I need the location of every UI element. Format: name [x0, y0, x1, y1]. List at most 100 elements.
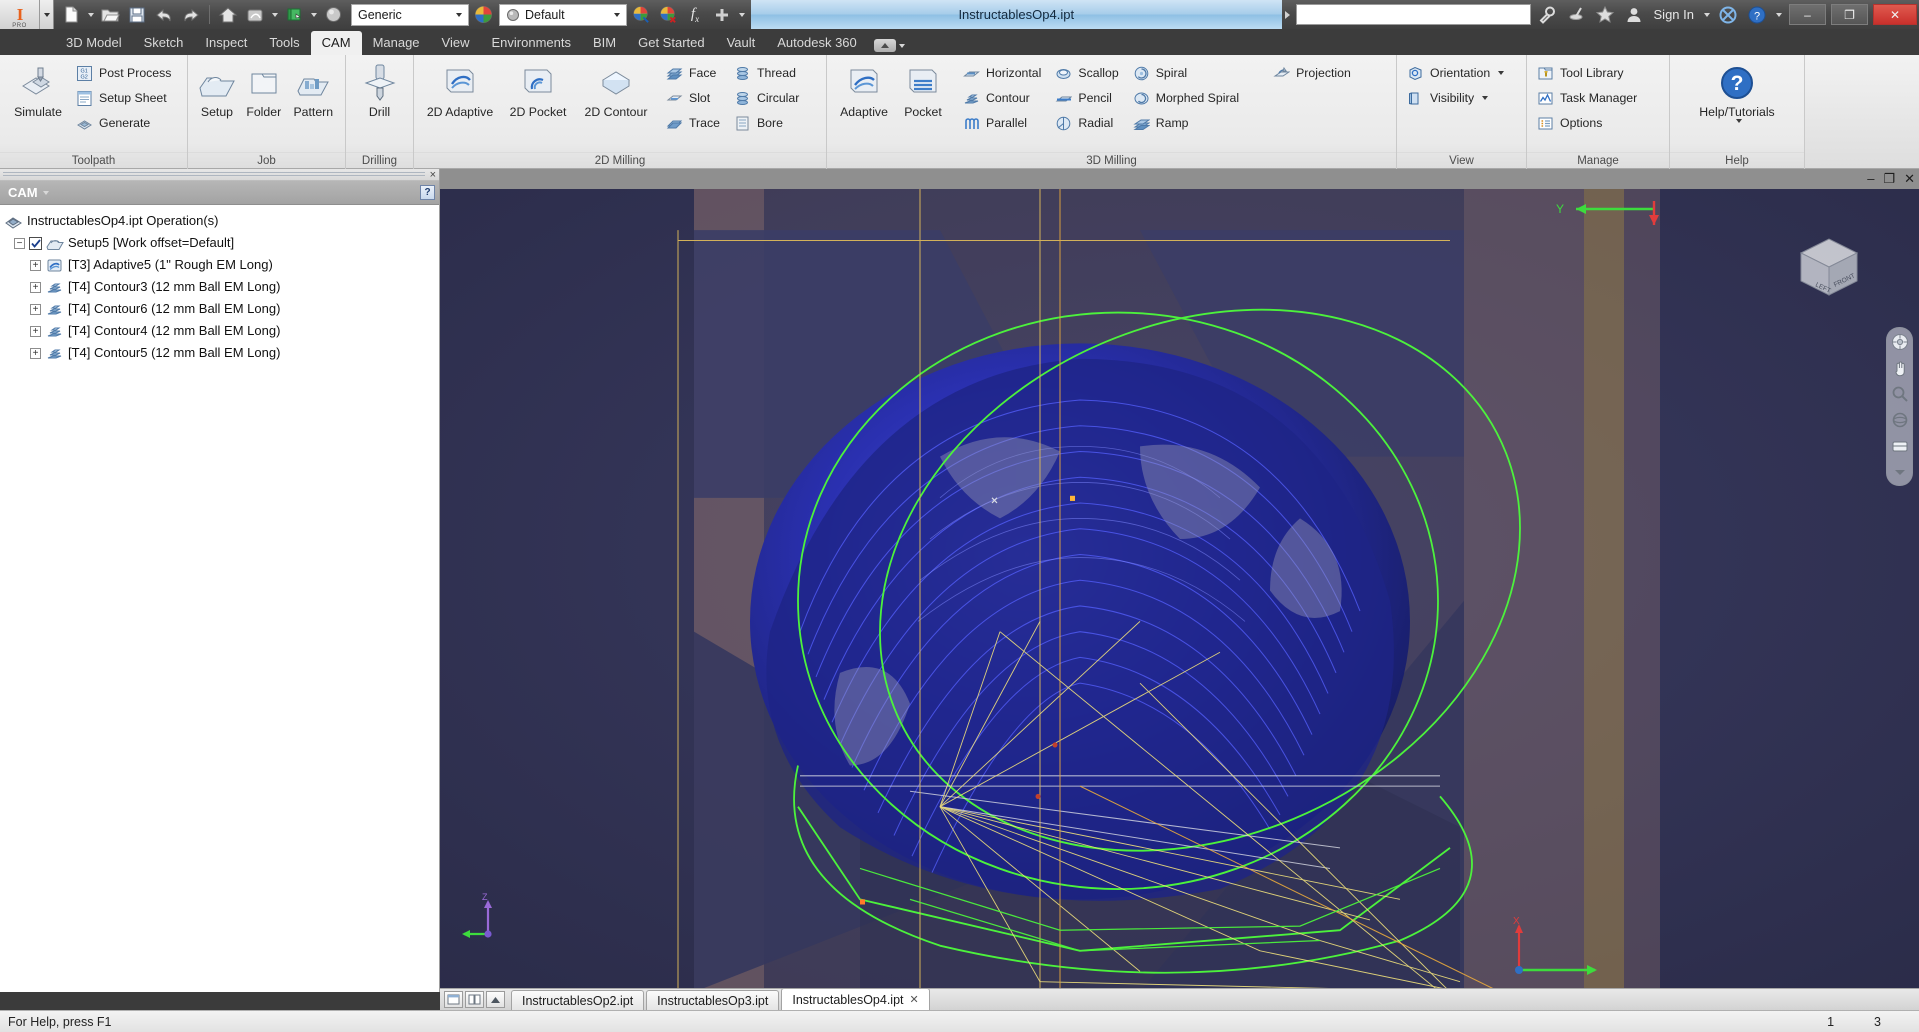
tiled-view-button[interactable] — [465, 991, 484, 1008]
tree-setup-node[interactable]: − Setup5 [Work offset=Default] — [4, 232, 439, 254]
update-dropdown-caret[interactable] — [308, 2, 319, 27]
search-input[interactable] — [1295, 4, 1531, 25]
help-caret[interactable] — [1773, 2, 1784, 27]
tree-root-node[interactable]: InstructablesOp4.ipt Operation(s) — [4, 210, 439, 232]
material-sphere-icon[interactable] — [320, 2, 346, 27]
operation-expand-toggle[interactable]: + — [30, 303, 41, 315]
thread-button[interactable]: Thread — [730, 61, 805, 85]
adaptive-button[interactable]: Adaptive — [833, 59, 895, 119]
viewport-restore-button[interactable]: ❐ — [1883, 172, 1895, 185]
orbit-icon[interactable] — [1890, 410, 1909, 429]
orientation-button[interactable]: Orientation — [1403, 61, 1510, 85]
save-icon[interactable] — [124, 2, 150, 27]
ramp-button[interactable]: Ramp — [1129, 111, 1245, 135]
user-account-icon[interactable] — [1621, 2, 1647, 27]
slot-button[interactable]: Slot — [662, 86, 726, 110]
tab-scroll-up-button[interactable] — [486, 991, 505, 1008]
contour-button[interactable]: Contour — [959, 86, 1047, 110]
search-expand-caret[interactable] — [1282, 2, 1293, 27]
application-menu-button[interactable]: I PRO — [0, 0, 40, 29]
2d-pocket-button[interactable]: 2D Pocket — [500, 59, 576, 119]
circular-button[interactable]: Circular — [730, 86, 805, 110]
home-icon[interactable] — [215, 2, 241, 27]
new-icon[interactable] — [58, 2, 84, 27]
exchange-apps-icon[interactable] — [1715, 2, 1741, 27]
viewport-canvas[interactable]: Y LEFT FRONT Z X — [440, 189, 1919, 992]
setup-button[interactable]: Setup — [194, 59, 240, 119]
tree-operation-row[interactable]: + [T4] Contour4 (12 mm Ball EM Long) — [4, 320, 439, 342]
doc-tab-instructablesop3[interactable]: InstructablesOp3.ipt — [646, 990, 780, 1010]
radial-button[interactable]: Radial — [1051, 111, 1124, 135]
options-button[interactable]: Options — [1533, 111, 1643, 135]
parameters-fx-icon[interactable]: fx — [682, 2, 708, 27]
pan-hand-icon[interactable] — [1890, 358, 1909, 377]
browser-grip-close-icon[interactable]: × — [430, 169, 436, 181]
window-close-button[interactable]: ✕ — [1873, 4, 1917, 25]
parallel-button[interactable]: Parallel — [959, 111, 1047, 135]
pocket-button[interactable]: Pocket — [895, 59, 951, 119]
autodesk-360-dish-icon[interactable] — [1563, 2, 1589, 27]
single-view-button[interactable] — [444, 991, 463, 1008]
spiral-button[interactable]: Spiral — [1129, 61, 1245, 85]
setup-collapse-toggle[interactable]: − — [14, 237, 25, 249]
task-manager-button[interactable]: Task Manager — [1533, 86, 1643, 110]
face-button[interactable]: Face — [662, 61, 726, 85]
tab-autodesk-360[interactable]: Autodesk 360 — [766, 31, 868, 55]
doc-tab-instructablesop4[interactable]: InstructablesOp4.ipt ✕ — [781, 988, 930, 1010]
tab-tools[interactable]: Tools — [258, 31, 310, 55]
morphed-spiral-button[interactable]: Morphed Spiral — [1129, 86, 1245, 110]
clear-appearance-icon[interactable] — [655, 2, 681, 27]
add-icon[interactable] — [709, 2, 735, 27]
sign-in-caret[interactable] — [1701, 2, 1712, 27]
new-dropdown-caret[interactable] — [85, 2, 96, 27]
setup-checkbox[interactable] — [29, 236, 42, 250]
material-combo[interactable]: Generic — [351, 3, 469, 26]
cloud-status-button[interactable] — [868, 37, 911, 55]
adjust-appearance-icon[interactable] — [628, 2, 654, 27]
view-cube[interactable]: LEFT FRONT — [1791, 229, 1867, 305]
open-icon[interactable] — [97, 2, 123, 27]
redo-icon[interactable] — [178, 2, 204, 27]
visibility-button[interactable]: Visibility — [1403, 86, 1510, 110]
graphics-viewport[interactable]: – ❐ ✕ Y LEFT FRONT Z X — [440, 169, 1919, 992]
operation-expand-toggle[interactable]: + — [30, 259, 41, 271]
viewport-close-button[interactable]: ✕ — [1904, 172, 1915, 185]
return-dropdown-caret[interactable] — [269, 2, 280, 27]
generate-button[interactable]: Generate — [72, 111, 177, 135]
tab-inspect[interactable]: Inspect — [194, 31, 258, 55]
application-menu-caret[interactable] — [40, 0, 54, 29]
operation-expand-toggle[interactable]: + — [30, 347, 41, 359]
tab-3d-model[interactable]: 3D Model — [55, 31, 133, 55]
zoom-magnifier-icon[interactable] — [1890, 384, 1909, 403]
scallop-button[interactable]: Scallop — [1051, 61, 1124, 85]
sign-in-button[interactable]: Sign In — [1650, 7, 1698, 22]
browser-help-button[interactable]: ? — [420, 185, 435, 200]
bore-button[interactable]: Bore — [730, 111, 805, 135]
2d-adaptive-button[interactable]: 2D Adaptive — [420, 59, 500, 119]
window-maximize-button[interactable]: ❐ — [1831, 4, 1868, 25]
2d-contour-button[interactable]: 2D Contour — [576, 59, 656, 119]
return-icon[interactable] — [242, 2, 268, 27]
tree-operation-row[interactable]: + [T4] Contour3 (12 mm Ball EM Long) — [4, 276, 439, 298]
projection-button[interactable]: Projection — [1269, 61, 1357, 85]
tab-get-started[interactable]: Get Started — [627, 31, 715, 55]
viewport-minimize-button[interactable]: – — [1867, 172, 1874, 185]
folder-button[interactable]: Folder — [240, 59, 288, 119]
help-question-icon[interactable]: ? — [1744, 2, 1770, 27]
tool-library-button[interactable]: Tool Library — [1533, 61, 1643, 85]
post-process-button[interactable]: G1 G2 Post Process — [72, 61, 177, 85]
pattern-button[interactable]: Pattern — [288, 59, 339, 119]
tree-operation-row[interactable]: + [T4] Contour5 (12 mm Ball EM Long) — [4, 342, 439, 364]
help-tutorials-button[interactable]: ? Help/Tutorials — [1682, 59, 1792, 123]
drill-button[interactable]: Drill — [353, 59, 407, 119]
trace-button[interactable]: Trace — [662, 111, 726, 135]
window-minimize-button[interactable]: – — [1789, 4, 1826, 25]
undo-icon[interactable] — [151, 2, 177, 27]
look-at-icon[interactable] — [1890, 436, 1909, 455]
horizontal-button[interactable]: Horizontal — [959, 61, 1047, 85]
tab-vault[interactable]: Vault — [716, 31, 767, 55]
tree-operation-row[interactable]: + [T4] Contour6 (12 mm Ball EM Long) — [4, 298, 439, 320]
cam-operation-tree[interactable]: InstructablesOp4.ipt Operation(s) − Setu… — [0, 205, 439, 992]
tree-operation-row[interactable]: + [T3] Adaptive5 (1" Rough EM Long) — [4, 254, 439, 276]
tab-bim[interactable]: BIM — [582, 31, 627, 55]
